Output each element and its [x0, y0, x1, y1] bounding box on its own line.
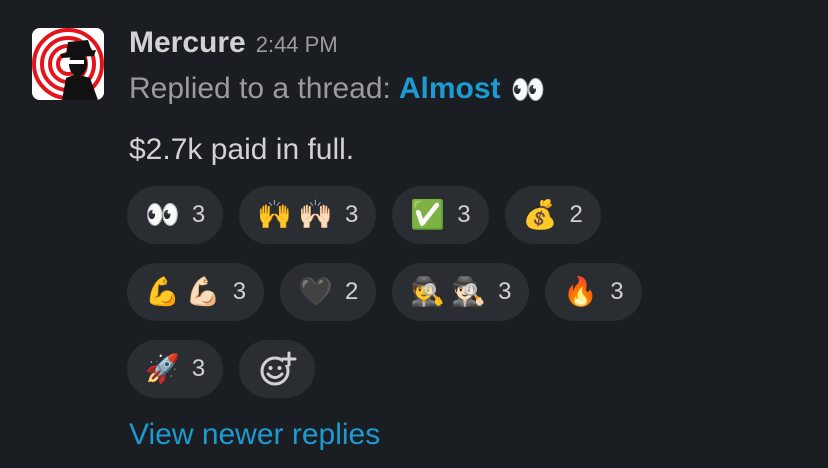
check-mark-emoji-icon: ✅ [410, 199, 452, 230]
reaction-count: 3 [498, 278, 512, 305]
message-header: Mercure 2:44 PM [129, 26, 338, 66]
thread-link[interactable]: Almost [399, 72, 501, 106]
timestamp[interactable]: 2:44 PM [256, 32, 338, 58]
spy-avatar-icon [32, 28, 104, 100]
reaction-black-heart[interactable]: 🖤 2 [280, 263, 377, 321]
reaction-count: 3 [610, 278, 624, 305]
money-bag-emoji-icon: 💰 [522, 199, 564, 230]
reaction-count: 2 [344, 278, 359, 305]
context-prefix: Replied to a thread: [129, 72, 391, 105]
eyes-emoji-icon: 👀 [145, 199, 186, 230]
reaction-count: 3 [191, 355, 206, 382]
reaction-fire[interactable]: 🔥 3 [545, 263, 642, 321]
reaction-row: 💪💪🏻 3 🖤 2 🕵️🕵🏻 3 🔥 3 [127, 263, 727, 321]
reaction-count: 3 [457, 201, 471, 228]
avatar[interactable] [32, 28, 104, 100]
message: Mercure 2:44 PM Replied to a thread: Alm… [0, 0, 828, 468]
reaction-money-bag[interactable]: 💰 2 [504, 186, 601, 244]
raised-hands-emoji-icon: 🙌🙌🏻 [257, 199, 339, 230]
detective-emoji-icon: 🕵️🕵🏻 [410, 276, 493, 307]
rocket-emoji-icon: 🚀 [145, 353, 186, 384]
reaction-check-mark[interactable]: ✅ 3 [392, 186, 489, 244]
message-body: $2.7k paid in full. [129, 133, 355, 166]
black-heart-emoji-icon: 🖤 [298, 276, 339, 307]
reaction-raised-hands[interactable]: 🙌🙌🏻 3 [239, 186, 377, 244]
eyes-icon: 👀 [510, 73, 546, 105]
reaction-row: 👀 3 🙌🙌🏻 3 ✅ 3 💰 2 [127, 186, 727, 244]
fire-emoji-icon: 🔥 [563, 276, 605, 307]
reaction-muscle[interactable]: 💪💪🏻 3 [127, 263, 265, 321]
reactions-bar: 👀 3 🙌🙌🏻 3 ✅ 3 💰 2 💪💪🏻 3 🖤 2 🕵️🕵🏻 3 🔥 3 🚀… [127, 186, 727, 417]
flexed-biceps-emoji-icon: 💪💪🏻 [145, 276, 227, 307]
reaction-count: 3 [344, 201, 359, 228]
reaction-detective[interactable]: 🕵️🕵🏻 3 [392, 263, 530, 321]
view-newer-replies-link[interactable]: View newer replies [129, 418, 380, 452]
reaction-count: 3 [232, 278, 247, 305]
reaction-count: 3 [191, 201, 206, 228]
thread-context: Replied to a thread: Almost 👀 [129, 72, 545, 106]
sender-name[interactable]: Mercure [129, 26, 246, 60]
add-reaction-icon [260, 351, 297, 386]
reaction-eyes[interactable]: 👀 3 [127, 186, 224, 244]
reaction-count: 2 [569, 201, 583, 228]
reaction-rocket[interactable]: 🚀 3 [127, 340, 224, 398]
reaction-row: 🚀 3 [127, 340, 727, 398]
add-reaction-button[interactable] [239, 340, 316, 398]
